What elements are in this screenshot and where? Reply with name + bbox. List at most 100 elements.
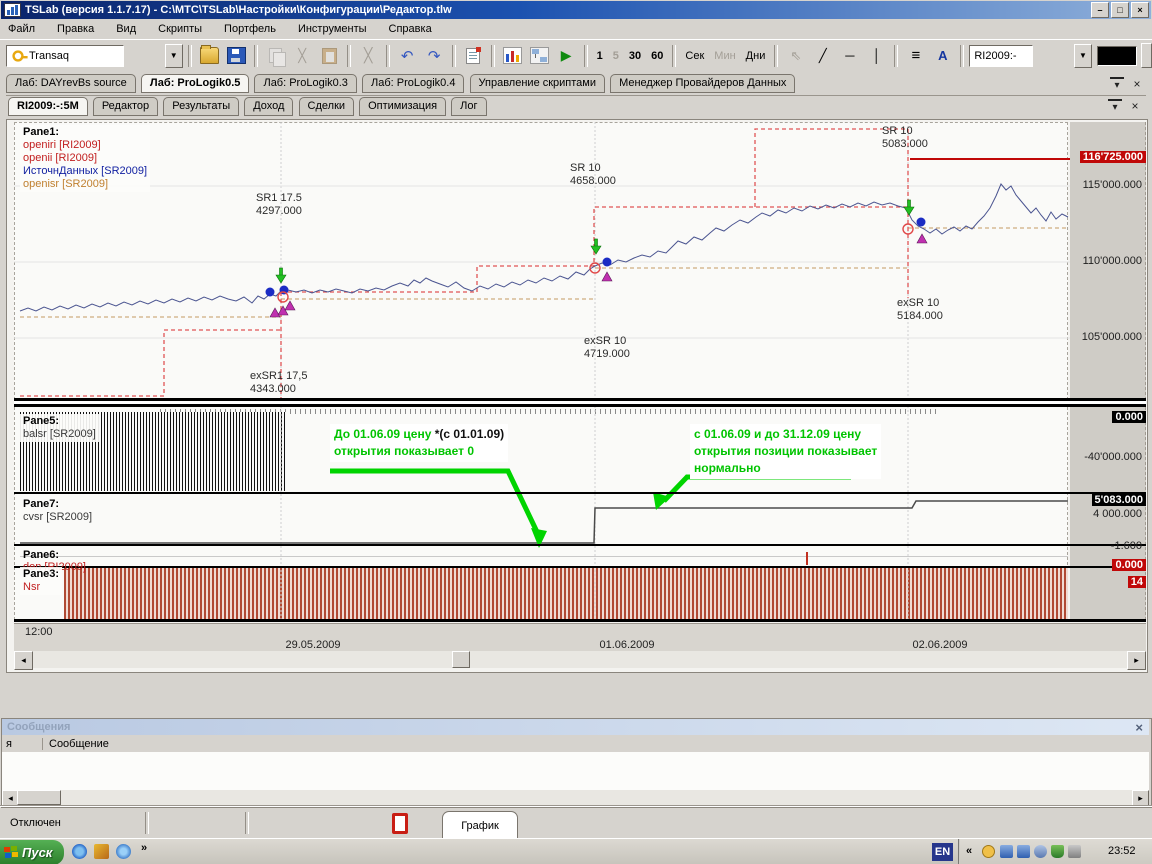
redo-button[interactable]: ↷ [422, 44, 447, 67]
paste-button[interactable] [317, 44, 342, 67]
delete-button[interactable]: ╳ [356, 44, 381, 67]
cut-button[interactable]: ╳ [290, 44, 315, 67]
messages-column-left[interactable]: я [2, 738, 42, 750]
interval-30-button[interactable]: 30 [625, 45, 645, 67]
quicklaunch-icon[interactable] [94, 844, 109, 859]
vline-tool[interactable]: │ [864, 44, 889, 67]
interval-60-button[interactable]: 60 [647, 45, 667, 67]
status-bar: Отключен График [0, 806, 1152, 839]
start-button[interactable]: Пуск [0, 840, 64, 864]
trendline-tool[interactable]: ╱ [810, 44, 835, 67]
tray-clock-time[interactable]: 23:52 [1108, 845, 1136, 857]
chevron-down-icon[interactable]: ▾ [1110, 79, 1124, 92]
tray-expand-icon[interactable]: « [966, 845, 972, 857]
x-label-time: 12:00 [25, 626, 53, 638]
restore-button[interactable]: □ [1111, 2, 1129, 18]
view-tab-menu-icon: ▾ [1108, 99, 1122, 114]
open-button[interactable] [197, 44, 222, 67]
tab-view-chart[interactable]: RI2009:-:5M [8, 97, 88, 116]
tray-network2-icon[interactable] [1017, 845, 1030, 858]
color-swatch[interactable] [1097, 46, 1137, 66]
legend-openii: openii [RI2009] [23, 152, 97, 164]
tab-view-income[interactable]: Доход [244, 97, 293, 116]
interval-1-button[interactable]: 1 [593, 45, 607, 67]
hline-tool[interactable]: ─ [837, 44, 862, 67]
axis-pane3-last: 14 [1128, 576, 1146, 588]
quicklaunch-more-icon[interactable]: » [141, 842, 147, 854]
chevron-down-icon[interactable]: ▾ [1108, 101, 1122, 114]
language-indicator[interactable]: EN [932, 843, 953, 861]
pane-separator[interactable] [14, 566, 1146, 568]
save-button[interactable] [224, 44, 249, 67]
menu-item-file[interactable]: Файл [8, 23, 35, 35]
run-button[interactable]: ▶ [554, 44, 579, 67]
messages-list[interactable] [2, 752, 1149, 790]
messages-scrollbar[interactable]: ◂ ▸ [2, 790, 1149, 805]
tray-messenger-icon[interactable] [1034, 845, 1047, 858]
scroll-right-button[interactable]: ▸ [1127, 651, 1146, 670]
tab-view-results[interactable]: Результаты [163, 97, 239, 116]
tab-workspace-dayrevbs[interactable]: Лаб: DAYrevBs source [6, 74, 136, 93]
view-tab-close-icon[interactable]: × [1128, 99, 1142, 112]
messages-column-message[interactable]: Сообщение [49, 738, 109, 750]
unit-min-button[interactable]: Мин [710, 45, 739, 67]
pointer-tool[interactable]: ⇖ [783, 44, 808, 67]
workspace-tab-close-icon[interactable]: × [1130, 77, 1144, 90]
scroll-right-button[interactable]: ▸ [1132, 790, 1149, 807]
undo-button[interactable]: ↶ [395, 44, 420, 67]
minimize-button[interactable]: – [1091, 2, 1109, 18]
scroll-left-button[interactable]: ◂ [14, 651, 33, 670]
tab-workspace-prologik04[interactable]: Лаб: ProLogik0.4 [362, 74, 464, 93]
messages-title-bar[interactable]: Сообщения × [2, 719, 1149, 735]
chart-button[interactable] [500, 44, 525, 67]
script-button[interactable] [461, 44, 486, 67]
chart-canvas[interactable] [14, 122, 1070, 622]
pane-separator[interactable] [14, 492, 1146, 494]
interval-5-button[interactable]: 5 [609, 45, 623, 67]
pane-separator[interactable] [14, 404, 1146, 407]
menu-item-edit[interactable]: Правка [57, 23, 94, 35]
quicklaunch-ie-icon[interactable] [116, 844, 131, 859]
title-bar[interactable]: TSLab (версия 1.1.7.17) - C:\МТС\TSLab\Н… [1, 1, 1151, 19]
unit-sec-button[interactable]: Сек [681, 45, 708, 67]
window-title: TSLab (версия 1.1.7.17) - C:\МТС\TSLab\Н… [25, 4, 452, 16]
chart-scrollbar[interactable]: ◂ ▸ [14, 651, 1146, 668]
tray-clock-icon[interactable] [982, 845, 995, 858]
instrument-combo[interactable]: RI2009:- [969, 45, 1033, 67]
tslab-window: TSLab (версия 1.1.7.17) - C:\МТС\TSLab\Н… [0, 0, 1152, 864]
menu-item-tools[interactable]: Инструменты [298, 23, 367, 35]
instrument-dropdown[interactable]: ▼ [1074, 44, 1092, 68]
messages-close-icon[interactable]: × [1135, 720, 1149, 735]
close-button[interactable]: × [1131, 2, 1149, 18]
chart-view-button[interactable]: График [442, 811, 518, 840]
menu-item-view[interactable]: Вид [116, 23, 136, 35]
list-tool[interactable]: ≡ [903, 44, 928, 67]
paste-icon [322, 48, 337, 64]
layout-button[interactable] [527, 44, 552, 67]
quicklaunch-browser-icon[interactable] [72, 844, 87, 859]
menu-item-scripts[interactable]: Скрипты [158, 23, 202, 35]
copy-button[interactable] [263, 44, 288, 67]
menu-item-portfolio[interactable]: Портфель [224, 23, 276, 35]
scroll-thumb[interactable] [452, 651, 470, 668]
unit-day-button[interactable]: Дни [742, 45, 770, 67]
text-tool[interactable]: A [930, 44, 955, 67]
record-indicator-icon[interactable] [392, 813, 408, 834]
tray-network-icon[interactable] [1000, 845, 1013, 858]
tray-volume-icon[interactable] [1068, 845, 1081, 858]
tray-shield-icon[interactable] [1051, 845, 1064, 858]
tab-workspace-scripts[interactable]: Управление скриптами [470, 74, 605, 93]
tab-view-editor[interactable]: Редактор [93, 97, 158, 116]
tab-workspace-prologik05[interactable]: Лаб: ProLogik0.5 [141, 74, 250, 93]
tab-workspace-prologik03[interactable]: Лаб: ProLogik0.3 [254, 74, 356, 93]
menu-item-help[interactable]: Справка [389, 23, 432, 35]
connection-dropdown[interactable]: ▼ [165, 44, 183, 68]
pane-separator[interactable] [14, 544, 1146, 546]
tab-view-trades[interactable]: Сделки [299, 97, 355, 116]
connection-combo[interactable]: Transaq [6, 45, 124, 67]
scroll-thumb[interactable] [17, 790, 61, 805]
tab-view-log[interactable]: Лог [451, 97, 486, 116]
toolbar-overflow[interactable] [1141, 43, 1152, 68]
tab-view-optimization[interactable]: Оптимизация [359, 97, 446, 116]
tab-workspace-providers[interactable]: Менеджер Провайдеров Данных [610, 74, 795, 93]
